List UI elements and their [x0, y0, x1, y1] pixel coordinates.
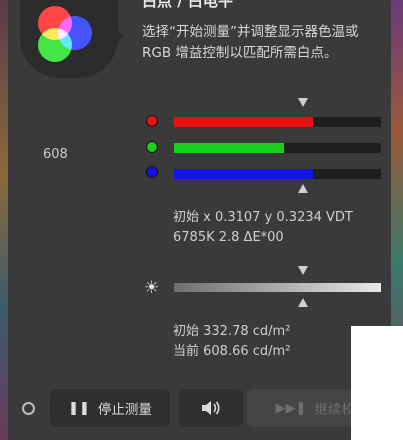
rgb-logo-pointer: [108, 20, 124, 52]
stop-measurement-button[interactable]: ❚❚ 停止测量: [50, 389, 170, 427]
skip-forward-icon: ▶▶❚: [275, 400, 307, 416]
speaker-icon: [202, 401, 220, 415]
red-dot-icon: [146, 115, 158, 127]
instruction-text: 选择“开始测量”并调整显示器色温或RGB 增益控制以匹配所需白点。: [142, 24, 359, 61]
blue-gain-track: [174, 169, 381, 179]
side-value-readout: 608: [43, 147, 68, 162]
rgb-target-marker-bottom: [298, 184, 308, 193]
brightness-icon: ☀: [144, 278, 160, 298]
chromaticity-readout-line1: 初始 x 0.3107 y 0.3234 VDT: [173, 210, 353, 225]
luminance-target-marker-bottom: [298, 298, 308, 307]
luminance-initial: 初始 332.78 cd/m²: [173, 324, 291, 339]
luminance-current: 当前 608.66 cd/m²: [173, 344, 291, 359]
luminance-target-marker-top: [298, 266, 308, 275]
rgb-target-marker-top: [298, 98, 308, 107]
page-title: 白点 / 白电平: [142, 0, 233, 10]
blue-gain-fill: [174, 169, 313, 179]
green-gain-track: [174, 143, 381, 153]
background-edge-left: [0, 0, 8, 440]
red-gain-track: [174, 117, 381, 127]
chromaticity-readout-line2: 6785K 2.8 ΔE*00: [173, 230, 284, 245]
green-dot-icon: [146, 141, 158, 153]
green-gain-fill: [174, 143, 284, 153]
status-indicator[interactable]: [22, 402, 35, 415]
red-gain-fill: [174, 117, 313, 127]
overlay-white-region: [351, 326, 403, 440]
pause-icon: ❚❚: [68, 400, 90, 416]
sound-toggle-button[interactable]: [179, 389, 243, 427]
blue-dot-icon: [146, 166, 158, 178]
luminance-bar: [174, 283, 381, 292]
stop-measurement-label: 停止测量: [97, 402, 152, 418]
